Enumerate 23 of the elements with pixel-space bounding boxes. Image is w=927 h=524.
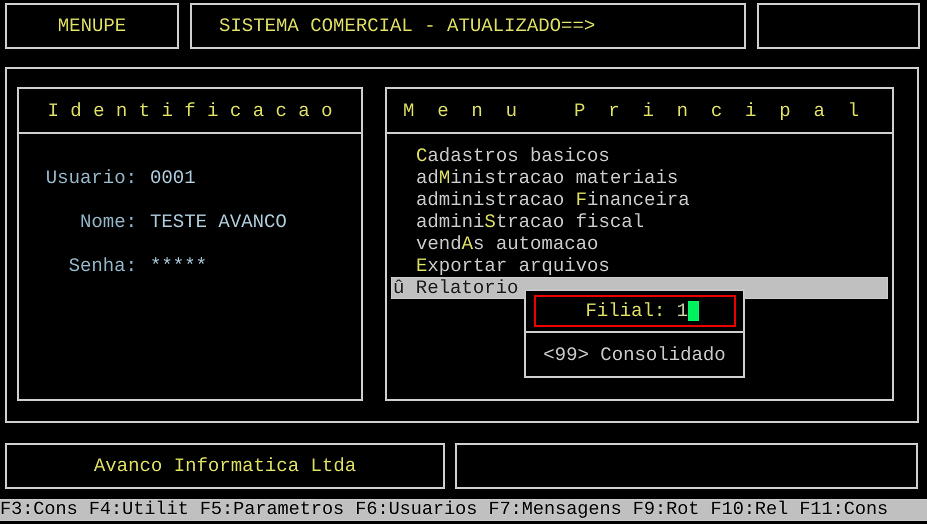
consolidated-hint: <99> Consolidado — [542, 342, 727, 368]
system-title-panel: SISTEMA COMERCIAL - ATUALIZADO==> — [190, 3, 746, 49]
menu-item[interactable]: administracao Financeira — [391, 189, 888, 211]
menu-item[interactable]: adminiStracao fiscal — [391, 211, 888, 233]
menu-item[interactable]: Cadastros basicos — [391, 145, 888, 167]
field-label: Usuario: — [44, 167, 137, 189]
program-name-panel: MENUPE — [5, 3, 179, 49]
field-value: 1 — [676, 300, 688, 322]
field-label: Filial: — [586, 300, 666, 322]
field-value: ***** — [150, 255, 208, 277]
field-value: 0001 — [150, 167, 196, 189]
text-cursor — [688, 301, 700, 321]
menu-item[interactable]: Exportar arquivos — [391, 255, 888, 277]
function-key-bar: F3:Cons F4:Utilit F5:Parametros F6:Usuarios F7:Mensagens F9:Rot F10:Rel F11:Cons — [0, 499, 927, 521]
field-label: Nome: — [78, 211, 137, 233]
menu-item[interactable]: adMinistracao materiais — [391, 167, 888, 189]
field-label: Senha: — [68, 255, 137, 277]
panel-title: M e n u P r i n c i p a l — [387, 89, 892, 134]
field-value: TESTE AVANCO — [150, 211, 287, 233]
branch-input-field[interactable]: Filial: 1 — [534, 295, 736, 327]
company-panel: Avanco Informatica Ltda — [5, 443, 445, 489]
menu-item[interactable]: vendAs automacao — [391, 233, 888, 255]
panel-title: I d e n t i f i c a c a o — [19, 89, 361, 134]
